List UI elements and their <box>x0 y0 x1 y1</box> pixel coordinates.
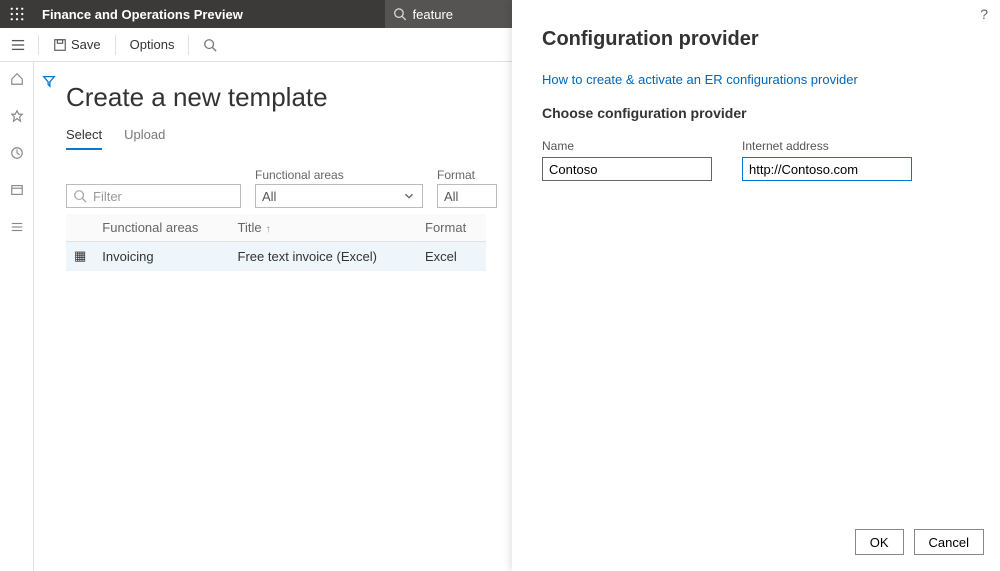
table-row[interactable]: ▦ Invoicing Free text invoice (Excel) Ex… <box>66 242 486 271</box>
dropdown-value: All <box>262 189 276 204</box>
help-link[interactable]: How to create & activate an ER configura… <box>542 72 858 87</box>
save-button[interactable]: Save <box>47 33 107 56</box>
search-icon <box>73 189 87 203</box>
cell-functional: Invoicing <box>94 242 229 271</box>
save-icon <box>53 38 67 52</box>
cancel-button[interactable]: Cancel <box>914 529 984 555</box>
tab-upload[interactable]: Upload <box>124 127 165 150</box>
panel-title: Configuration provider <box>542 28 970 51</box>
save-label: Save <box>71 37 101 52</box>
panel-subhead: Choose configuration provider <box>542 105 970 121</box>
find-button[interactable] <box>197 34 223 56</box>
format-label: Format <box>437 168 497 182</box>
search-icon <box>393 7 407 21</box>
help-icon[interactable]: ? <box>980 6 988 22</box>
nav-toggle-icon[interactable] <box>6 38 30 52</box>
cell-format: Excel <box>417 242 486 271</box>
options-button[interactable]: Options <box>124 33 181 56</box>
name-label: Name <box>542 139 712 153</box>
filter-pane-icon[interactable] <box>42 74 66 93</box>
app-title: Finance and Operations Preview <box>34 7 243 22</box>
address-label: Internet address <box>742 139 912 153</box>
rail-home-icon[interactable] <box>10 72 24 91</box>
rail-modules-icon[interactable] <box>10 220 24 239</box>
functional-areas-dropdown[interactable]: All <box>255 184 423 208</box>
name-input[interactable] <box>542 157 712 181</box>
col-title[interactable]: Title↑ <box>230 214 417 242</box>
tab-select[interactable]: Select <box>66 127 102 150</box>
ok-button[interactable]: OK <box>855 529 904 555</box>
address-input[interactable] <box>742 157 912 181</box>
search-icon <box>203 38 217 52</box>
functional-areas-label: Functional areas <box>255 168 423 182</box>
format-dropdown[interactable]: All <box>437 184 497 208</box>
rail-workspaces-icon[interactable] <box>10 183 24 202</box>
col-functional[interactable]: Functional areas <box>94 214 229 242</box>
config-provider-panel: ? Configuration provider How to create &… <box>512 0 1000 571</box>
document-icon: ▦ <box>74 248 86 263</box>
filter-placeholder: Filter <box>93 189 234 204</box>
options-label: Options <box>130 37 175 52</box>
rail-recent-icon[interactable] <box>10 146 24 165</box>
rail-favorites-icon[interactable] <box>10 109 24 128</box>
app-launcher-icon[interactable] <box>0 7 34 21</box>
chevron-down-icon <box>402 189 416 203</box>
left-rail <box>0 62 34 571</box>
cell-title: Free text invoice (Excel) <box>230 242 417 271</box>
col-format[interactable]: Format <box>417 214 486 242</box>
sort-asc-icon: ↑ <box>266 224 271 235</box>
grid-filter-input[interactable]: Filter <box>66 184 241 208</box>
dropdown-value: All <box>444 189 458 204</box>
template-grid: Functional areas Title↑ Format ▦ Invoici… <box>66 214 486 271</box>
